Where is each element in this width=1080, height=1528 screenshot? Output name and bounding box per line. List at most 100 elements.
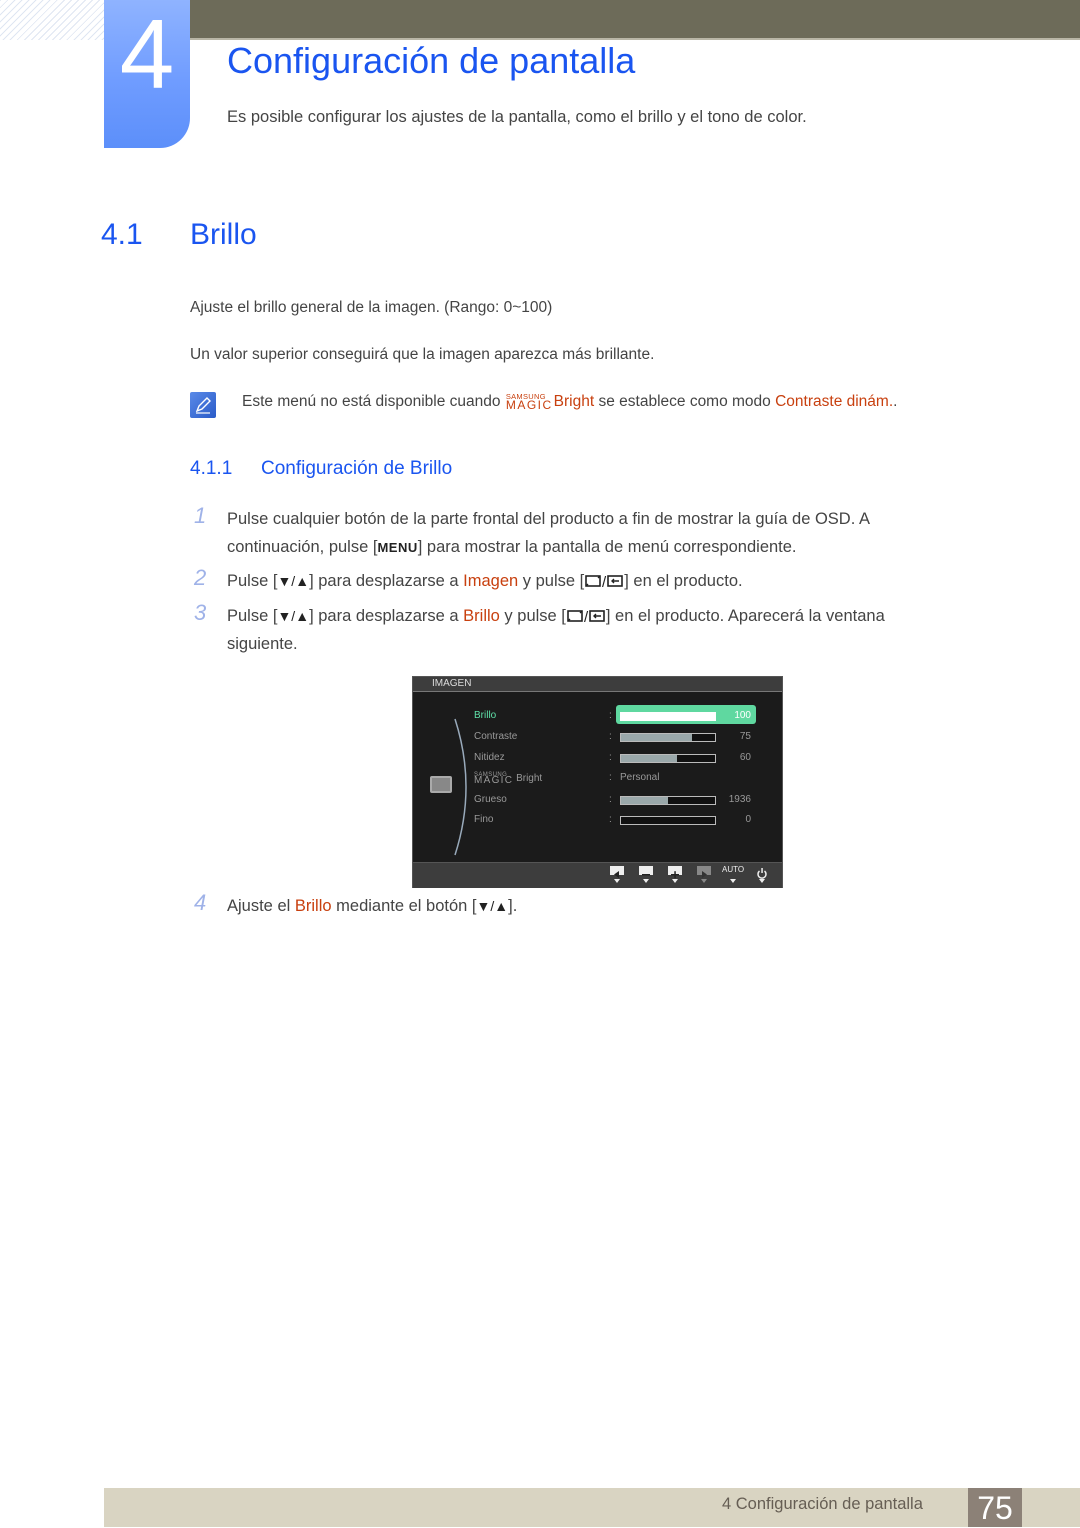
note-text-after: . [893,393,898,410]
osd-arrow-marker [672,879,678,883]
step-2-text: Pulse [ [227,572,278,590]
svg-text:/: / [602,574,607,589]
osd-slider [620,733,716,742]
step-1-line-2: continuación, pulse [MENU] para mostrar … [227,533,797,562]
page-number: 75 [968,1488,1022,1527]
section-number: 4.1 [101,218,143,251]
note-text-middle: se establece como modo [594,393,776,410]
osd-colon: : [609,752,612,763]
magic-bright-logo: SAMSUNG MAGIC [505,393,553,412]
osd-row-text-value: Personal [620,772,660,783]
step-4-text-middle: mediante el botón [ [331,897,477,915]
step-number-4: 4 [194,890,207,915]
magic-bright-label: Bright [553,393,595,410]
chapter-intro: Es posible configurar los ajustes de la … [227,108,807,126]
osd-header: IMAGEN [413,677,782,692]
step-2: Pulse [▼/▲] para desplazarse a Imagen y … [227,567,743,598]
menu-key: MENU [377,540,418,555]
chapter-title: Configuración de pantalla [227,40,636,81]
step-3-target: Brillo [463,607,500,625]
down-up-arrows-icon: ▼/▲ [277,608,310,624]
step-number-3: 3 [194,600,207,625]
note-text-before: Este menú no está disponible cuando [242,393,505,410]
left-arrow-icon [610,866,624,878]
down-up-arrows-icon: ▼/▲ [476,898,509,914]
enter-icon [697,866,711,878]
osd-colon: : [609,772,612,783]
osd-magic-bright: Bright [516,773,543,784]
step-number-2: 2 [194,565,207,590]
osd-slider-fill [621,713,715,720]
osd-colon: : [609,814,612,825]
page-footer-bar [104,1488,1080,1527]
footer-section-title: 4 Configuración de pantalla [722,1495,923,1513]
osd-colon: : [609,794,612,805]
osd-row-label: Nitidez [474,752,505,763]
step-3-line-2: siguiente. [227,635,298,653]
source-enter-icon: / [566,605,606,633]
auto-label: AUTO [722,865,745,874]
step-1-text: continuación, pulse [ [227,538,378,556]
osd-slider-fill [621,734,692,741]
osd-row-label: Contraste [474,731,518,742]
osd-row-value: 60 [739,752,751,763]
note-pencil-icon [190,392,216,418]
osd-button-guide: AUTO [413,862,782,888]
step-1-text-after: ] para mostrar la pantalla de menú corre… [417,538,797,556]
osd-colon: : [609,710,612,721]
osd-row-label: Fino [474,814,494,825]
step-1-line-1: Pulse cualquier botón de la parte fronta… [227,510,870,528]
step-3: Pulse [▼/▲] para desplazarse a Brillo y … [227,602,885,633]
osd-row-label: Brillo [474,710,497,721]
osd-arc-decoration [454,718,467,856]
step-number-1: 1 [194,503,207,528]
osd-slider [620,754,716,763]
osd-slider [620,816,716,825]
section-title: Brillo [190,218,257,251]
plus-icon [668,866,682,879]
step-3-text-after: ] en el producto. Aparecerá la ventana [605,607,885,625]
section-paragraph-range: Ajuste el brillo general de la imagen. (… [190,299,553,316]
osd-slider-fill [621,797,668,804]
corner-hatch-decoration [0,0,104,40]
osd-imagen-menu: IMAGEN Brillo : 100 Contraste : 75 Nitid… [412,676,783,888]
osd-slider [620,712,716,721]
section-paragraph-brighter: Un valor superior conseguirá que la imag… [190,346,655,363]
svg-text:/: / [584,609,589,624]
step-4-text: Ajuste el [227,897,295,915]
subsection-title: Configuración de Brillo [261,458,453,479]
osd-slider-fill [621,755,678,762]
osd-row-value: 75 [739,731,751,742]
osd-row-value: 0 [745,814,751,825]
step-2-target: Imagen [463,572,519,590]
magic-magic-text: MAGIC [505,398,553,412]
down-up-arrows-icon: ▼/▲ [277,573,310,589]
step-4-target: Brillo [294,897,332,915]
note-text: Este menú no está disponible cuando SAMS… [242,393,898,412]
step-2-text-after: ] en el producto. [624,572,743,590]
step-4: Ajuste el Brillo mediante el botón [▼/▲]… [227,892,517,920]
osd-header-title: IMAGEN [432,678,472,689]
chapter-header-bar [190,0,1080,40]
step-3-text: Pulse [ [227,607,278,625]
osd-row-value: 100 [734,710,751,721]
osd-magic-magic: MAGIC [474,775,514,786]
source-enter-icon: / [584,570,624,598]
subsection-number: 4.1.1 [190,458,233,479]
step-2-text-middle: ] para desplazarse a [309,572,464,590]
osd-arrow-marker [643,879,649,883]
osd-arrow-marker [614,879,620,883]
chapter-number: 4 [119,0,175,109]
minus-icon [639,866,653,876]
osd-row-label: Grueso [474,794,507,805]
power-icon [755,866,769,879]
osd-slider [620,796,716,805]
osd-colon: : [609,731,612,742]
osd-row-value: 1936 [728,794,751,805]
note-highlight: Contraste dinám. [775,393,894,410]
step-4-text-after: ]. [508,897,518,915]
osd-row-label: SAMSUNG MAGIC Bright [474,772,543,786]
osd-arrow-marker [701,879,707,883]
picture-menu-icon [430,776,452,793]
osd-arrow-marker [759,879,765,883]
